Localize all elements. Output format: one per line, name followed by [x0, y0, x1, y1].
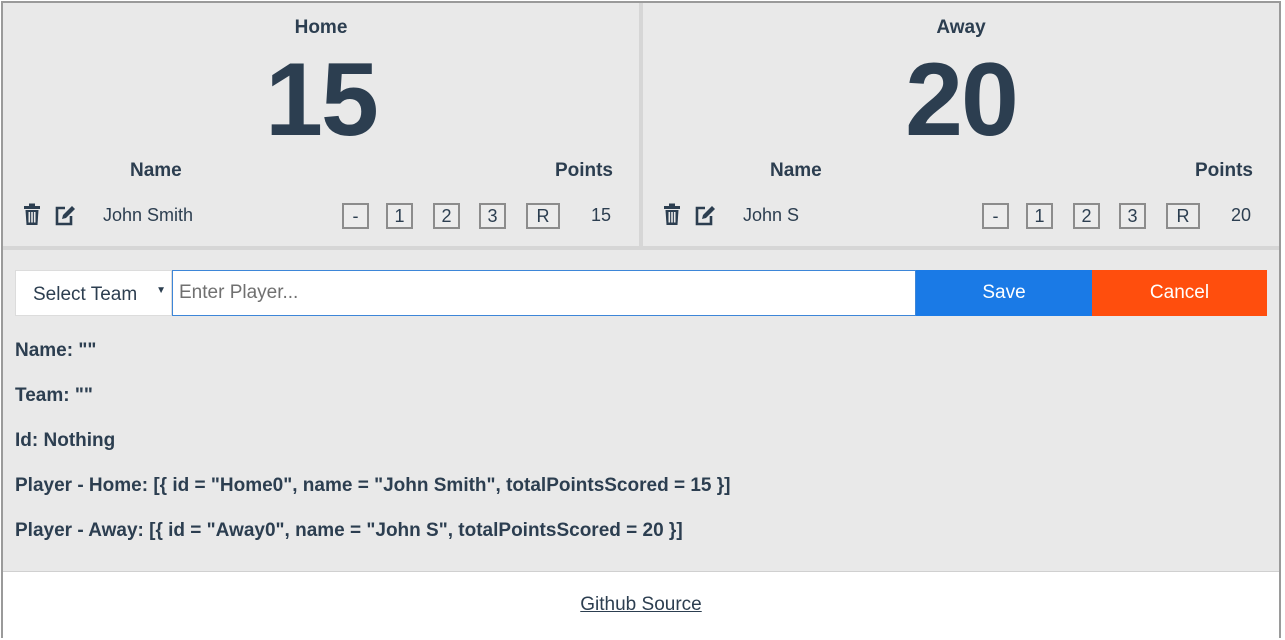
player-row: John Smith - 1 2 3 R 15 [3, 201, 639, 231]
scoreboard-app: Home 15 Name Points John Smith - 1 2 3 R… [3, 3, 1279, 571]
player-name-input[interactable] [172, 270, 916, 316]
reset-points-button[interactable]: R [1166, 203, 1200, 229]
add-2-points-button[interactable]: 2 [433, 203, 460, 229]
section-divider [3, 246, 1279, 250]
add-1-point-button[interactable]: 1 [386, 203, 413, 229]
teams-section: Home 15 Name Points John Smith - 1 2 3 R… [3, 3, 1279, 250]
team-score: 20 [905, 42, 1019, 158]
team-select-label: Select Team [33, 284, 138, 305]
home-team-panel: Home 15 Name Points John Smith - 1 2 3 R… [3, 3, 639, 249]
team-score: 15 [265, 42, 379, 158]
add-1-point-button[interactable]: 1 [1026, 203, 1053, 229]
save-button[interactable]: Save [916, 270, 1092, 316]
caret-down-icon: ▼ [156, 285, 166, 296]
edit-icon[interactable] [54, 203, 76, 227]
debug-player-home: Player - Home: [{ id = "Home0", name = "… [15, 475, 731, 496]
player-points-total: 20 [1230, 205, 1251, 225]
name-column-header: Name [770, 160, 822, 181]
away-team-panel: Away 20 Name Points John S - 1 2 3 R 20 [643, 3, 1279, 249]
add-2-points-button[interactable]: 2 [1073, 203, 1100, 229]
add-3-points-button[interactable]: 3 [1119, 203, 1146, 229]
minus-point-button[interactable]: - [342, 203, 369, 229]
github-source-link[interactable]: Github Source [3, 594, 1279, 616]
debug-player-away: Player - Away: [{ id = "Away0", name = "… [15, 520, 683, 541]
team-select[interactable]: Select Team ▼ [15, 270, 172, 316]
name-column-header: Name [130, 160, 182, 181]
points-column-header: Points [554, 160, 613, 181]
add-3-points-button[interactable]: 3 [479, 203, 506, 229]
player-points-total: 15 [590, 205, 611, 225]
trash-icon[interactable] [661, 203, 683, 227]
edit-icon[interactable] [694, 203, 716, 227]
minus-point-button[interactable]: - [982, 203, 1009, 229]
add-player-form: Select Team ▼ Save Cancel [15, 270, 1267, 316]
points-column-header: Points [1194, 160, 1253, 181]
debug-id: Id: Nothing [15, 430, 116, 451]
player-name: John Smith [103, 205, 194, 225]
debug-team: Team: "" [15, 385, 93, 406]
player-row: John S - 1 2 3 R 20 [643, 201, 1279, 231]
trash-icon[interactable] [21, 203, 43, 227]
team-title: Home [294, 17, 348, 38]
debug-name: Name: "" [15, 340, 97, 361]
app-frame: Home 15 Name Points John Smith - 1 2 3 R… [1, 1, 1281, 638]
footer: Github Source [3, 571, 1279, 638]
team-title: Away [936, 17, 986, 38]
player-name: John S [743, 205, 800, 225]
cancel-button[interactable]: Cancel [1092, 270, 1267, 316]
reset-points-button[interactable]: R [526, 203, 560, 229]
